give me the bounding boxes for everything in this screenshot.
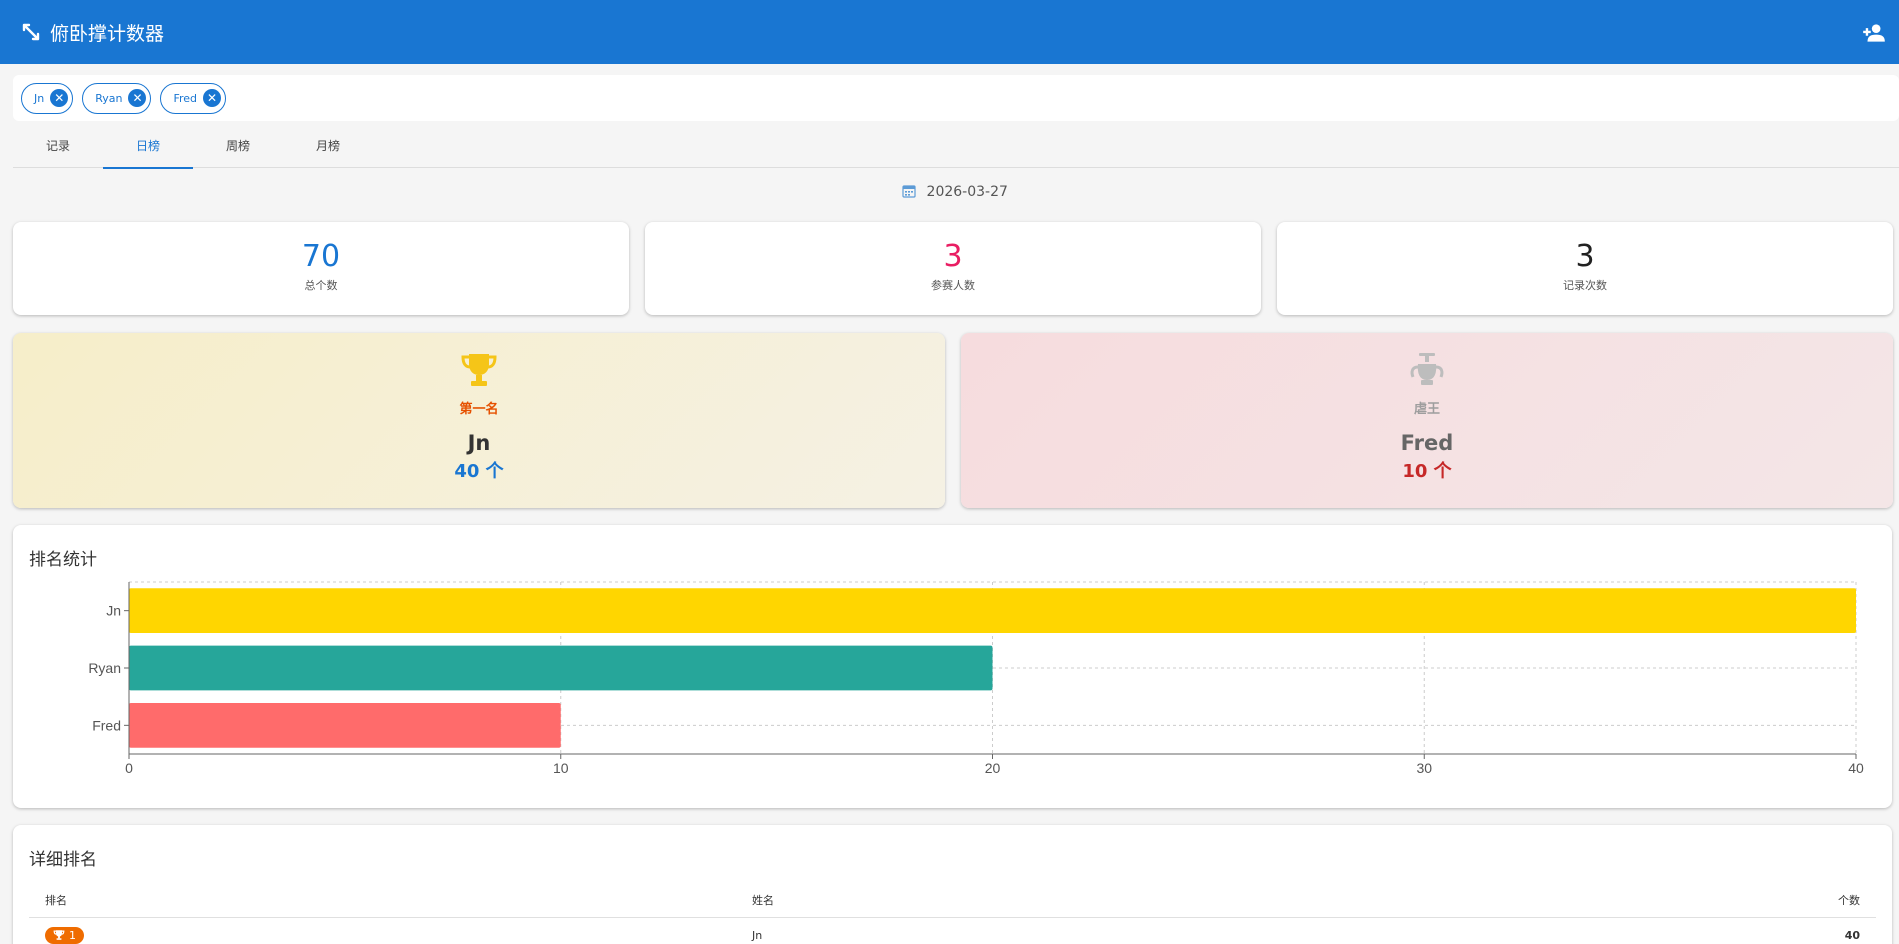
- loser-count: 10 个: [1402, 461, 1452, 482]
- app-title: 俯卧撑计数器: [50, 22, 165, 45]
- x-tick-label: 20: [985, 760, 1001, 776]
- expand-arrows-icon: [22, 23, 40, 41]
- column-header-rank: 排名: [29, 884, 736, 918]
- stat-card-records: 3 记录次数: [1277, 222, 1893, 315]
- x-tick-label: 40: [1848, 760, 1864, 776]
- table-row: 1 Jn 40: [29, 917, 1876, 944]
- rank-badge: 1: [45, 926, 84, 944]
- y-tick-label: Fred: [92, 717, 121, 733]
- champion-count: 40 个: [454, 461, 504, 482]
- bar-fred: [129, 702, 561, 748]
- stat-card-total: 70 总个数: [13, 222, 629, 315]
- participant-chip[interactable]: Fred ✕: [160, 82, 227, 114]
- stat-label: 总个数: [304, 279, 338, 292]
- chip-label: Jn: [34, 91, 45, 105]
- x-tick-label: 10: [553, 760, 569, 776]
- stat-label: 参赛人数: [931, 279, 975, 292]
- tab-daily[interactable]: 日榜: [103, 122, 193, 169]
- tab-monthly[interactable]: 月榜: [283, 122, 373, 168]
- close-icon[interactable]: ✕: [128, 89, 147, 107]
- stat-value: 3: [943, 239, 963, 274]
- x-tick-label: 0: [125, 760, 133, 776]
- detail-ranking-panel: 详细排名 排名 姓名 个数 1 Jn 40: [13, 825, 1892, 944]
- column-header-name: 姓名: [736, 884, 1306, 918]
- y-tick-label: Jn: [106, 603, 121, 619]
- tab-weekly[interactable]: 周榜: [193, 122, 283, 168]
- stat-card-participants: 3 参赛人数: [645, 222, 1261, 315]
- tab-bar: 记录 日榜 周榜 月榜: [13, 122, 1899, 169]
- rank-number: 1: [69, 928, 76, 942]
- x-tick-label: 30: [1416, 760, 1432, 776]
- participant-chip[interactable]: Jn ✕: [21, 82, 74, 114]
- bar-jn: [129, 588, 1856, 634]
- loser-name: Fred: [1400, 431, 1454, 455]
- close-icon[interactable]: ✕: [203, 89, 222, 107]
- count-cell: 40: [1844, 928, 1860, 942]
- champion-name: Jn: [467, 431, 491, 455]
- calendar-icon: [902, 185, 916, 198]
- table-header-row: 排名 姓名 个数: [29, 884, 1876, 918]
- detail-ranking-table: 排名 姓名 个数 1 Jn 40: [29, 884, 1876, 944]
- y-tick-label: Ryan: [88, 660, 121, 676]
- stat-label: 记录次数: [1563, 279, 1607, 292]
- close-icon[interactable]: ✕: [50, 89, 69, 107]
- rank-cell: 1: [29, 917, 736, 944]
- loser-rank-label: 虐王: [1413, 402, 1440, 417]
- add-user-icon[interactable]: [1861, 20, 1887, 46]
- champion-card: 第一名 Jn 40 个: [13, 333, 945, 508]
- participant-chips: Jn ✕ Ryan ✕ Fred ✕: [13, 75, 1899, 121]
- champion-rank-label: 第一名: [459, 402, 499, 417]
- detail-ranking-title: 详细排名: [29, 850, 97, 870]
- stat-value: 70: [301, 239, 341, 274]
- loser-card: 虐王 Fred 10 个: [961, 333, 1893, 508]
- toilet-icon: [1410, 353, 1444, 385]
- trophy-icon: [53, 930, 65, 940]
- ranking-bar-chart: Jn Ryan Fred 0 10 20 30 40: [88, 581, 1864, 776]
- column-header-count: 个数: [1306, 884, 1876, 918]
- chip-label: Ryan: [95, 91, 123, 105]
- name-cell: Jn: [752, 928, 763, 942]
- date-display: 2026-03-27: [0, 184, 1899, 200]
- bar-ryan: [129, 645, 993, 691]
- app-bar: 俯卧撑计数器: [0, 0, 1899, 64]
- tab-records[interactable]: 记录: [13, 122, 103, 168]
- stat-value: 3: [1575, 239, 1595, 274]
- chip-label: Fred: [173, 91, 198, 105]
- ranking-chart-panel: 排名统计 Jn Ryan Fred 0 10 20 30 40: [13, 525, 1892, 808]
- participant-chip[interactable]: Ryan ✕: [82, 82, 152, 114]
- date-text: 2026-03-27: [926, 184, 1008, 200]
- trophy-icon: [461, 354, 497, 386]
